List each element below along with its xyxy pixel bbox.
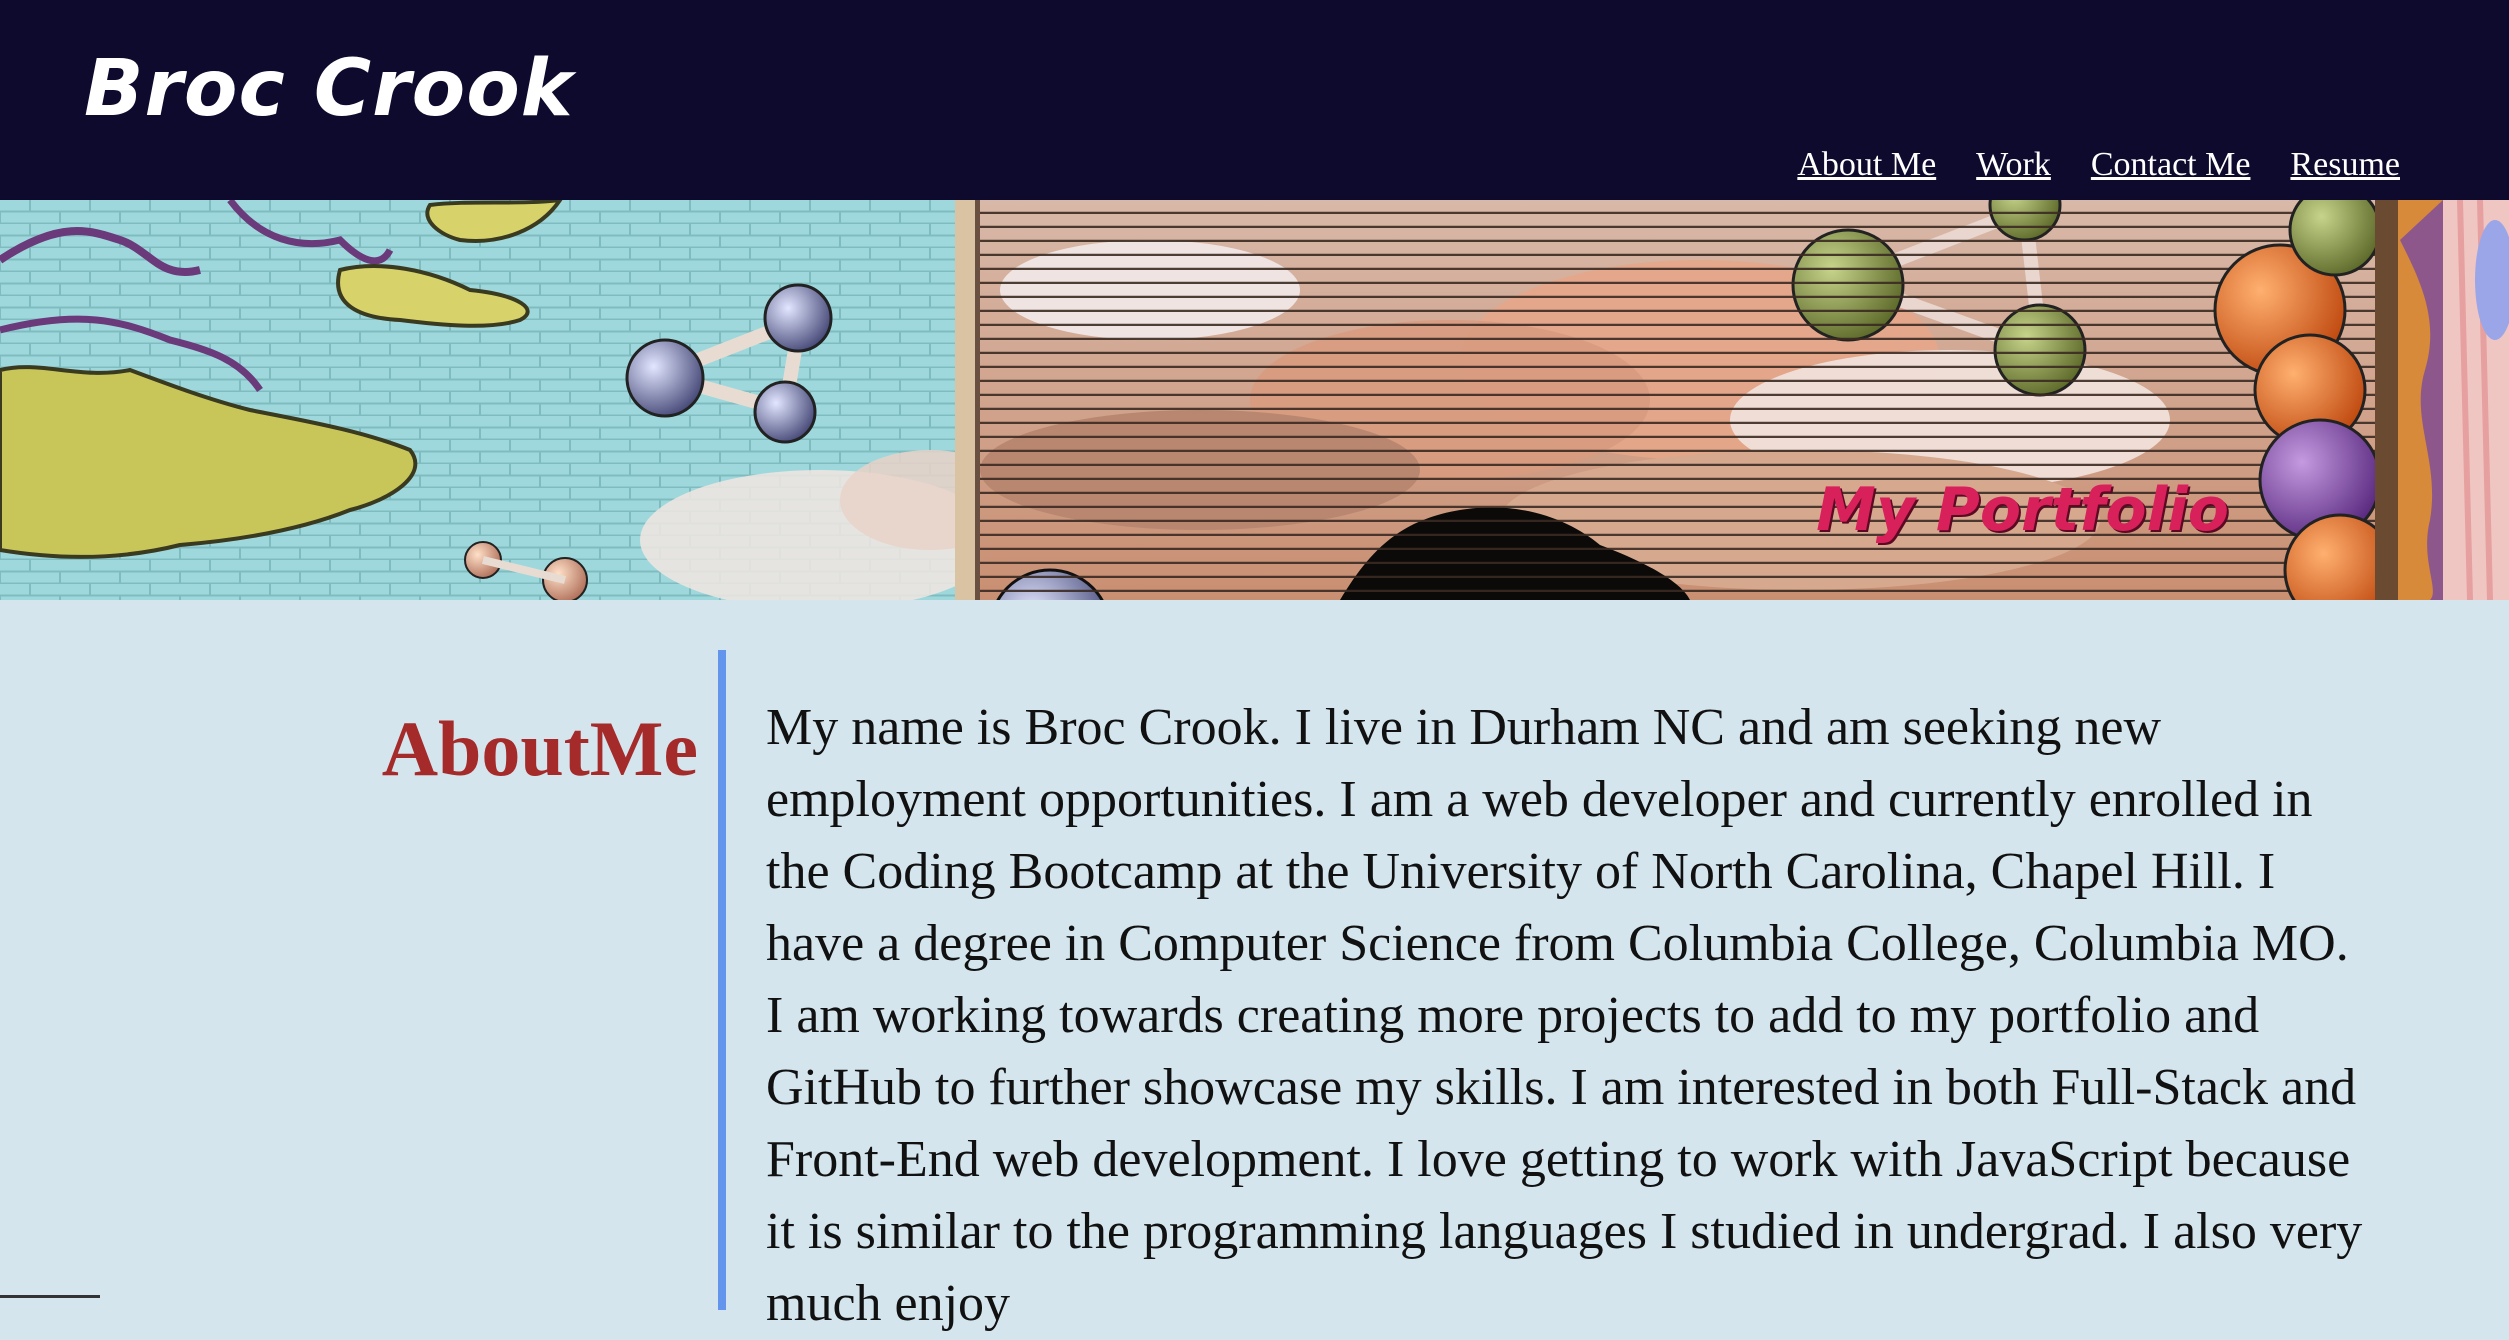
nav-link-work[interactable]: Work [1976, 148, 2051, 182]
hero-banner: My Portfolio [0, 200, 2509, 600]
main-nav: About Me Work Contact Me Resume [1797, 148, 2400, 182]
site-header: Broc Crook About Me Work Contact Me Resu… [0, 0, 2509, 200]
about-text: My name is Broc Crook. I live in Durham … [766, 699, 2363, 1332]
site-title: Broc Crook [84, 44, 574, 134]
nav-link-resume[interactable]: Resume [2290, 148, 2400, 182]
hero-caption: My Portfolio [1816, 475, 2229, 545]
about-section: AboutMe My name is Broc Crook. I live in… [0, 600, 2509, 1332]
nav-link-about-me[interactable]: About Me [1797, 148, 1936, 182]
nav-link-contact-me[interactable]: Contact Me [2091, 148, 2251, 182]
about-divider [718, 650, 726, 1310]
about-heading: AboutMe [381, 705, 698, 792]
